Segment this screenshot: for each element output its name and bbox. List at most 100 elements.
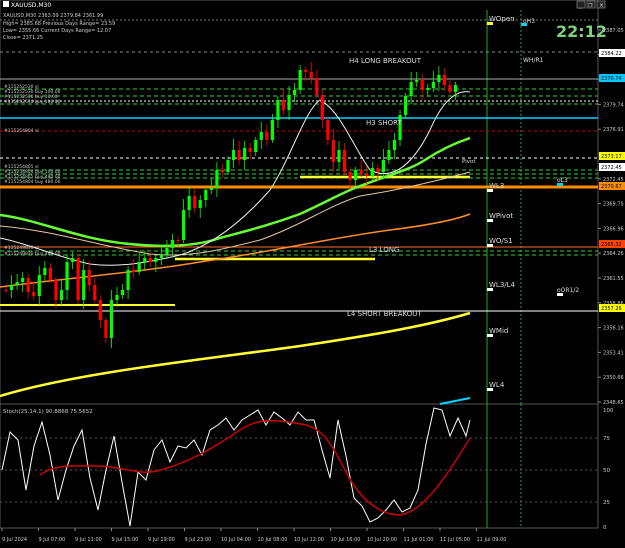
order-label: #115249830 buy 480.00 xyxy=(4,251,61,257)
candle-body xyxy=(270,120,274,140)
stoch-label: Stoch(25,14,1) 90.8868 75.5652 xyxy=(3,409,93,415)
price-badge-label: 2365.32 xyxy=(601,242,622,248)
price-tick-label: 2369.75 xyxy=(603,202,624,208)
candle-body xyxy=(159,255,163,258)
price-badge-label: 2357.26 xyxy=(601,306,622,312)
candle-body xyxy=(248,148,252,152)
candle-body xyxy=(198,200,202,208)
candle-body xyxy=(281,100,286,110)
window-title: XAUUSD,M30 xyxy=(11,2,51,9)
candle-body xyxy=(337,150,341,162)
candle-body xyxy=(226,160,230,172)
candle-body xyxy=(442,75,447,85)
candle-body xyxy=(71,258,75,262)
time-tick-label: 9 Jul 19:00 xyxy=(148,537,175,543)
candle-body xyxy=(65,262,69,290)
window-controls[interactable]: _ ❐ × xyxy=(576,0,606,9)
candle-body xyxy=(109,300,114,338)
candle-body xyxy=(187,196,191,210)
candle-body xyxy=(104,320,108,338)
price-tick-label: 2350.66 xyxy=(603,375,624,381)
candle-body xyxy=(4,290,8,291)
time-tick-label: 10 Jul 20:00 xyxy=(367,537,397,543)
h3-short-label: H3 SHORT xyxy=(366,119,403,127)
time-tick-label: 9 Jul 15:00 xyxy=(112,537,139,543)
info-line: Low= 2355.66 Current Days Range= 12.07 xyxy=(3,28,111,34)
stoch-level-label: 100 xyxy=(603,408,614,414)
candle-body xyxy=(237,150,241,160)
candle-body xyxy=(448,85,452,92)
candle-body xyxy=(143,258,147,262)
candle-body xyxy=(387,150,391,160)
candle-body xyxy=(220,170,225,172)
price-tick-label: 2372.45 xyxy=(603,177,624,183)
candle-body xyxy=(354,170,358,180)
window-icon xyxy=(3,1,9,7)
candle-body xyxy=(365,174,369,176)
order-label: #115249830 sl xyxy=(4,245,39,251)
candle-body xyxy=(148,258,152,262)
info-line: XAUUSD,M30 2363.09 2379.84 2361.99 xyxy=(3,13,103,19)
time-tick-label: 9 Jul 11:00 xyxy=(75,537,102,543)
time-tick-label: 10 Jul 08:00 xyxy=(258,537,288,543)
candle-body xyxy=(331,140,336,162)
candle-body xyxy=(215,170,219,188)
candle-body xyxy=(231,150,236,160)
candle-body xyxy=(43,268,47,275)
order-label: #115252530 buy 100.00 xyxy=(4,99,61,105)
minimize-icon: _ xyxy=(578,3,582,9)
candle-body xyxy=(115,295,119,300)
stoch-level-label: 50 xyxy=(603,468,610,474)
wopen-label: WOpen xyxy=(489,15,515,23)
candle-body xyxy=(437,75,441,82)
price-tick-label: 2348.65 xyxy=(603,400,624,406)
candle-body xyxy=(26,278,30,292)
order-label: #115254804 sl xyxy=(4,128,39,134)
time-tick-label: 10 Jul 04:00 xyxy=(221,537,251,543)
price-badge-label: 2370.67 xyxy=(601,184,622,190)
price-tick-label: 2366.96 xyxy=(603,226,624,232)
candle-body xyxy=(209,188,213,190)
candle-body xyxy=(276,100,280,120)
candle-body xyxy=(59,290,64,300)
info-line: High= 2385.68 Previous Days Range= 23.59 xyxy=(3,21,115,27)
close-icon: × xyxy=(599,2,604,9)
candle-body xyxy=(21,278,25,282)
candle-body xyxy=(170,240,175,248)
candle-body xyxy=(15,282,19,285)
candle-body xyxy=(409,82,413,96)
wl4-label: WL4 xyxy=(489,381,505,389)
candle-body xyxy=(87,270,91,285)
price-tick-label: 2387.05 xyxy=(603,28,624,34)
candle-body xyxy=(309,72,313,78)
wh-r1-label: WH/R1 xyxy=(523,57,544,64)
candle-body xyxy=(76,258,80,300)
trading-chart[interactable]: Stoch(25,14,1) 90.8868 75.5652 100 75 50… xyxy=(0,0,625,548)
candle-body xyxy=(259,132,263,140)
time-tick-label: 9 Jul 23:00 xyxy=(185,537,212,543)
ol3-label: oL3 xyxy=(557,177,568,184)
order-label: #115254804 buy 480.00 xyxy=(4,179,61,185)
candle-body xyxy=(426,88,430,90)
candle-body xyxy=(93,285,97,300)
candle-body xyxy=(315,78,319,95)
info-line: Close= 2371.25 xyxy=(3,35,43,41)
time-tick-label: 11 Jul 05:00 xyxy=(440,537,470,543)
candle-body xyxy=(392,140,397,150)
candle-body xyxy=(381,160,385,172)
candle-body xyxy=(326,120,330,140)
candle-body xyxy=(154,258,158,262)
candle-body xyxy=(48,268,52,280)
wmid-label: WMid xyxy=(489,327,508,335)
candle-body xyxy=(132,270,136,272)
candle-body xyxy=(254,140,258,152)
candle-body xyxy=(9,285,14,290)
candle-body xyxy=(453,85,458,92)
h4-long-label: H4 LONG BREAKOUT xyxy=(349,57,422,65)
stoch-level-label: 25 xyxy=(603,500,610,506)
candle-body xyxy=(431,82,435,88)
candle-body xyxy=(193,196,197,208)
candle-body xyxy=(287,95,291,110)
candle-body xyxy=(265,132,269,140)
candle-body xyxy=(54,280,58,300)
